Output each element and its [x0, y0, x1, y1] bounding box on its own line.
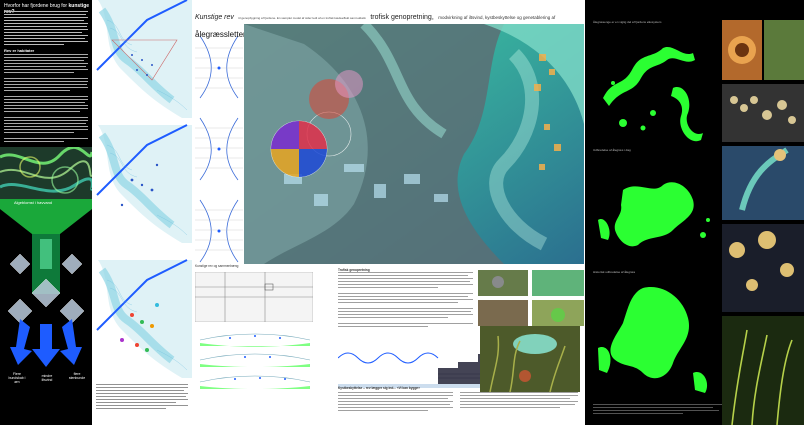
section-head-1: Rev er habitater	[4, 48, 35, 53]
band-label: Algeblomst i havvand	[14, 200, 53, 205]
arrow-label-2: mindre iltsvind	[41, 374, 53, 382]
bottom-head: Kystbeskyttelse – rev lægger sig ind... …	[338, 386, 420, 390]
eelgrass-map-today	[603, 46, 703, 142]
arrow-label-1: Flere bundskab i ørn	[8, 372, 26, 384]
satellite-collage-map	[244, 24, 584, 264]
arrow-label-3: flere stenbunde	[68, 372, 86, 380]
left-panel: Hvorfor har fjordene brug for kunstige r…	[0, 0, 92, 425]
right-footnote	[593, 404, 723, 414]
bottom-text-block	[338, 392, 578, 411]
caption-bot: Historisk udbredelse af ålegræs	[593, 270, 636, 274]
text-block-1	[338, 272, 473, 327]
map-1	[92, 0, 192, 118]
body-text-lines	[4, 54, 88, 142]
map-3	[96, 259, 192, 378]
caption-mid: Udbredelse af ålegræs i dag	[593, 148, 631, 152]
title-trofisk: trofisk genopretning,	[370, 14, 434, 21]
species-photo-column	[722, 20, 804, 425]
cross-section-diagrams	[199, 333, 311, 389]
title-mid: modvirkning af iltsvind, kystbeskyttelse…	[438, 15, 556, 20]
reef-profile-diagrams	[195, 35, 243, 263]
seagrass-photo	[480, 326, 580, 392]
cascade-diagram	[0, 199, 92, 367]
title-rest: til genopbygning af fjordene. En samplet…	[238, 16, 366, 20]
caption-top: Ålegræsenge er en vigtig del af fjordens…	[593, 20, 662, 24]
middle-panel: Kunstige rev til genopbygning af fjorden…	[92, 0, 585, 425]
road-map	[195, 272, 313, 322]
text-lines	[4, 11, 88, 45]
intro-text	[4, 11, 88, 47]
map-2	[96, 124, 192, 243]
title-kunstige-rev: Kunstige rev	[195, 14, 234, 21]
habitat-photos	[478, 270, 584, 326]
algae-photo	[0, 147, 92, 199]
title-aalegraes: ålegræssletter	[195, 30, 246, 39]
eelgrass-map-mid	[598, 182, 710, 247]
eelgrass-map-historic	[598, 287, 708, 393]
map-caption: Kunstige rev og sammenhæng	[195, 264, 239, 268]
right-panel: Ålegræsenge er en vigtig del af fjordens…	[585, 0, 804, 425]
map-column	[92, 0, 192, 409]
